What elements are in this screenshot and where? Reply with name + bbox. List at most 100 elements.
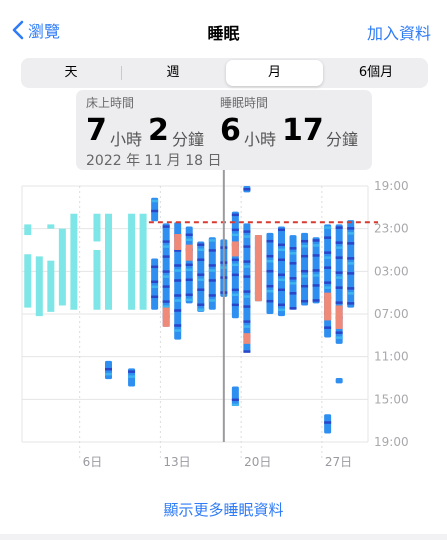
x-tick-label: 13日 bbox=[163, 455, 190, 469]
sleep-stage-stripe bbox=[278, 308, 285, 312]
sleep-stage-stripe bbox=[335, 241, 343, 244]
sleep-stage-stripe bbox=[301, 299, 309, 303]
sleep-stage-stripe bbox=[243, 245, 251, 248]
sleep-stage-stripe bbox=[208, 279, 216, 282]
sleep-stage-stripe bbox=[174, 324, 182, 327]
in-bed-bar bbox=[24, 254, 32, 308]
sleep-stage-stripe bbox=[266, 284, 274, 288]
sleep-stage-stripe bbox=[208, 299, 216, 302]
sleep-stage-stripe bbox=[347, 302, 355, 305]
sleep-stage-stripe bbox=[162, 300, 170, 303]
in-bed-minutes: 2 bbox=[148, 113, 169, 148]
y-tick-label: 07:00 bbox=[374, 307, 409, 321]
sleep-stage-stripe bbox=[312, 239, 320, 242]
sleep-stage-stripe bbox=[162, 240, 170, 243]
sleep-stage-stripe bbox=[185, 263, 193, 267]
sleep-stage-stripe bbox=[301, 269, 309, 273]
sleep-stage-stripe bbox=[335, 331, 343, 334]
sleep-stage-stripe bbox=[289, 292, 297, 295]
x-tick-label: 20日 bbox=[244, 455, 271, 469]
sleep-stage-stripe bbox=[231, 293, 239, 297]
bottom-bar bbox=[0, 534, 447, 540]
in-bed-bar bbox=[70, 213, 78, 310]
y-tick-label: 15:00 bbox=[374, 392, 409, 406]
sleep-stage-stripe bbox=[128, 375, 136, 378]
sleep-stage-stripe bbox=[174, 299, 182, 302]
sleep-stage-stripe bbox=[278, 258, 285, 262]
sleep-stage-stripe bbox=[243, 325, 251, 328]
asleep-minutes-unit: 分鐘 bbox=[326, 130, 359, 149]
in-bed-hours: 7 bbox=[86, 113, 107, 148]
sleep-stage-stripe bbox=[208, 269, 216, 272]
sleep-stage-stripe bbox=[278, 288, 285, 292]
sleep-stage-stripe bbox=[289, 262, 297, 265]
sleep-stage-stripe bbox=[243, 275, 251, 278]
in-bed-minutes-unit: 分鐘 bbox=[172, 130, 205, 149]
sleep-stage-stripe bbox=[278, 303, 285, 307]
awake-segment bbox=[174, 234, 182, 250]
asleep-hours-unit: 小時 bbox=[244, 130, 277, 149]
sleep-stage-stripe bbox=[289, 277, 297, 280]
sleep-stage-stripe bbox=[185, 278, 193, 282]
in-bed-bar bbox=[105, 213, 112, 310]
sleep-stage-stripe bbox=[243, 350, 251, 353]
awake-segment bbox=[162, 307, 170, 327]
sleep-stage-stripe bbox=[278, 248, 285, 252]
sleep-stage-stripe bbox=[324, 326, 332, 329]
sleep-stage-stripe bbox=[347, 292, 355, 295]
sleep-stage-stripe bbox=[174, 269, 182, 272]
sleep-stage-stripe bbox=[162, 275, 170, 278]
sleep-stage-stripe bbox=[197, 243, 205, 246]
awake-segment bbox=[254, 235, 262, 302]
sleep-stage-stripe bbox=[301, 254, 309, 258]
in-bed-bar bbox=[58, 228, 66, 306]
sleep-stage-stripe bbox=[208, 249, 216, 252]
sleep-stage-stripe bbox=[324, 251, 332, 254]
sleep-stage-stripe bbox=[185, 298, 193, 302]
awake-segment bbox=[231, 241, 239, 257]
sleep-stage-stripe bbox=[278, 243, 285, 247]
asleep-bar bbox=[289, 235, 297, 310]
asleep-bar bbox=[197, 241, 205, 312]
sleep-stage-stripe bbox=[266, 254, 274, 258]
sleep-stage-stripe bbox=[335, 286, 343, 289]
sleep-stage-stripe bbox=[231, 228, 239, 232]
sleep-stage-stripe bbox=[347, 262, 355, 265]
show-more-sleep-data-link[interactable]: 顯示更多睡眠資料 bbox=[0, 499, 447, 520]
awake-segment bbox=[324, 292, 332, 321]
x-tick-label: 27日 bbox=[325, 455, 352, 469]
sleep-stage-stripe bbox=[197, 258, 205, 261]
sleep-stage-stripe bbox=[197, 308, 205, 311]
sleep-stage-stripe bbox=[197, 248, 205, 251]
sleep-stage-stripe bbox=[243, 290, 251, 293]
asleep-bar bbox=[208, 237, 216, 310]
sleep-stage-stripe bbox=[324, 286, 332, 289]
y-tick-label: 11:00 bbox=[374, 350, 409, 364]
y-tick-label: 19:00 bbox=[374, 435, 409, 449]
sleep-stage-stripe bbox=[266, 289, 274, 293]
asleep-bar bbox=[335, 378, 343, 384]
sleep-stage-stripe bbox=[335, 226, 343, 229]
sleep-stage-stripe bbox=[243, 230, 251, 233]
sleep-stage-stripe bbox=[174, 264, 182, 267]
sleep-chart[interactable]: 19:00 23:00 03:00 07:00 11:00 15:00 19:00 6日 13日… bbox=[0, 0, 447, 540]
in-bed-bar bbox=[35, 256, 43, 317]
asleep-bar bbox=[324, 414, 332, 434]
sleep-stage-stripe bbox=[208, 264, 216, 267]
in-bed-bar bbox=[93, 213, 101, 242]
sleep-stage-stripe bbox=[231, 273, 239, 277]
x-tick-label: 6日 bbox=[83, 455, 103, 469]
sleep-stage-stripe bbox=[231, 398, 239, 402]
sleep-stage-stripe bbox=[347, 257, 355, 260]
sleep-stage-stripe bbox=[324, 256, 332, 259]
sleep-stage-stripe bbox=[324, 226, 332, 229]
sleep-stage-stripe bbox=[174, 329, 182, 332]
in-bed-bar bbox=[128, 213, 136, 310]
sleep-stage-stripe bbox=[162, 245, 170, 248]
in-bed-bar bbox=[139, 213, 147, 310]
y-tick-label: 03:00 bbox=[374, 264, 409, 278]
sleep-stage-stripe bbox=[324, 236, 332, 239]
y-tick-label: 23:00 bbox=[374, 222, 409, 236]
sleep-stage-stripe bbox=[312, 299, 320, 302]
sleep-stage-stripe bbox=[243, 295, 251, 298]
